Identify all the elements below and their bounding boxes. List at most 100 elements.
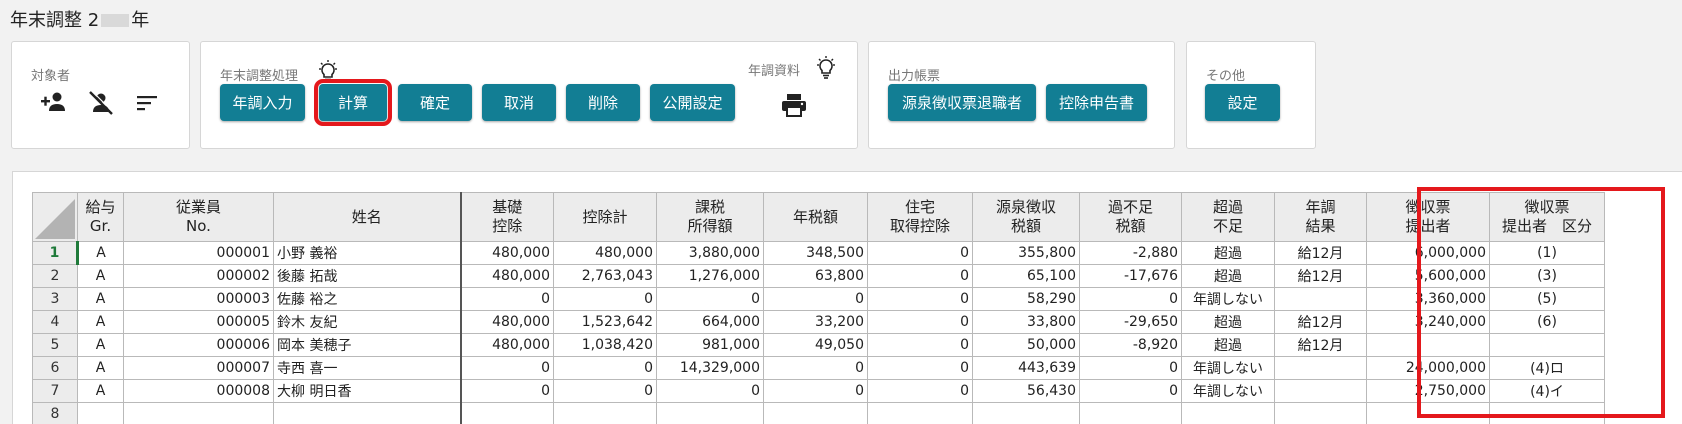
- cell-slip-submitter-category[interactable]: [1489, 333, 1605, 357]
- cell-slip-submitter-category[interactable]: (6): [1489, 310, 1605, 334]
- cell-slip-submitter[interactable]: 24,000,000: [1366, 356, 1490, 380]
- withholding-slip-retiree-button[interactable]: 源泉徴収票退職者: [888, 84, 1036, 121]
- cell-employee-no[interactable]: 000002: [123, 264, 274, 288]
- cell-slip-submitter[interactable]: [1366, 333, 1490, 357]
- cell-name[interactable]: 大柳 明日香: [273, 379, 462, 403]
- cell-excess-shortage[interactable]: 超過: [1181, 333, 1275, 357]
- row-number[interactable]: 7: [32, 379, 78, 403]
- cell-gr[interactable]: A: [77, 333, 124, 357]
- cell-over-under-tax[interactable]: -29,650: [1079, 310, 1182, 334]
- row-number[interactable]: 3: [32, 287, 78, 311]
- cell-over-under-tax[interactable]: [1079, 402, 1182, 424]
- cell-withholding-tax[interactable]: 56,430: [972, 379, 1080, 403]
- cell-adjustment-result[interactable]: 給12月: [1274, 264, 1367, 288]
- cell-withholding-tax[interactable]: [972, 402, 1080, 424]
- cell-withholding-tax[interactable]: 65,100: [972, 264, 1080, 288]
- cell-slip-submitter[interactable]: 3,240,000: [1366, 310, 1490, 334]
- cell-employee-no[interactable]: 000007: [123, 356, 274, 380]
- lightbulb-icon[interactable]: [815, 56, 837, 84]
- cell-annual-tax[interactable]: 0: [763, 356, 868, 380]
- cell-slip-submitter[interactable]: 2,750,000: [1366, 379, 1490, 403]
- col-header-excess-shortage[interactable]: 超過 不足: [1181, 192, 1275, 242]
- table-row[interactable]: 3 A 000003 佐藤 裕之 0 0 0 0 0 58,290 0 年調しない 3,360,000(…: [32, 287, 1605, 311]
- table-row[interactable]: 8: [32, 402, 1605, 424]
- cell-deduction-total[interactable]: 2,763,043: [553, 264, 657, 288]
- cell-employee-no[interactable]: [123, 402, 274, 424]
- cell-basic-deduction[interactable]: [460, 402, 554, 424]
- deduction-declaration-button[interactable]: 控除申告書: [1046, 84, 1147, 121]
- cell-adjustment-result[interactable]: [1274, 287, 1367, 311]
- cell-name[interactable]: 寺西 喜一: [273, 356, 462, 380]
- cancel-button[interactable]: 取消: [482, 84, 556, 121]
- col-header-taxable-income[interactable]: 課税 所得額: [656, 192, 764, 242]
- confirm-button[interactable]: 確定: [398, 84, 472, 121]
- cell-over-under-tax[interactable]: -8,920: [1079, 333, 1182, 357]
- cell-housing-deduction[interactable]: 0: [867, 310, 973, 334]
- cell-deduction-total[interactable]: 0: [553, 287, 657, 311]
- cell-employee-no[interactable]: 000006: [123, 333, 274, 357]
- cell-employee-no[interactable]: 000008: [123, 379, 274, 403]
- cell-annual-tax[interactable]: [763, 402, 868, 424]
- cell-deduction-total[interactable]: 0: [553, 379, 657, 403]
- cell-employee-no[interactable]: 000001: [123, 241, 274, 265]
- print-icon[interactable]: [779, 92, 809, 118]
- cell-deduction-total[interactable]: 1,523,642: [553, 310, 657, 334]
- cell-withholding-tax[interactable]: 58,290: [972, 287, 1080, 311]
- cell-taxable-income[interactable]: 14,329,000: [656, 356, 764, 380]
- table-row[interactable]: 1 A 000001 小野 義裕 480,000 480,000 3,880,000 348,…: [32, 241, 1605, 265]
- cell-excess-shortage[interactable]: 年調しない: [1181, 356, 1275, 380]
- cell-name[interactable]: 岡本 美穂子: [273, 333, 462, 357]
- cell-excess-shortage[interactable]: 超過: [1181, 241, 1275, 265]
- settings-button[interactable]: 設定: [1205, 84, 1280, 121]
- col-header-name[interactable]: 姓名: [273, 192, 462, 242]
- cell-excess-shortage[interactable]: [1181, 402, 1275, 424]
- cell-excess-shortage[interactable]: 超過: [1181, 264, 1275, 288]
- cell-over-under-tax[interactable]: 0: [1079, 287, 1182, 311]
- cell-basic-deduction[interactable]: 0: [460, 287, 554, 311]
- cell-excess-shortage[interactable]: 超過: [1181, 310, 1275, 334]
- cell-adjustment-result[interactable]: [1274, 379, 1367, 403]
- cell-gr[interactable]: A: [77, 379, 124, 403]
- cell-slip-submitter[interactable]: [1366, 402, 1490, 424]
- cell-gr[interactable]: A: [77, 287, 124, 311]
- nencho-input-button[interactable]: 年調入力: [220, 84, 305, 121]
- row-number[interactable]: 8: [32, 402, 78, 424]
- cell-basic-deduction[interactable]: 480,000: [460, 310, 554, 334]
- cell-deduction-total[interactable]: 480,000: [553, 241, 657, 265]
- cell-adjustment-result[interactable]: 給12月: [1274, 333, 1367, 357]
- cell-taxable-income[interactable]: 3,880,000: [656, 241, 764, 265]
- cell-basic-deduction[interactable]: 480,000: [460, 264, 554, 288]
- col-header-employee-no[interactable]: 従業員 No.: [123, 192, 274, 242]
- row-number[interactable]: 5: [32, 333, 78, 357]
- cell-basic-deduction[interactable]: 480,000: [460, 241, 554, 265]
- col-header-slip-submitter-category[interactable]: 徴収票 提出者 区分: [1489, 192, 1605, 242]
- cell-withholding-tax[interactable]: 33,800: [972, 310, 1080, 334]
- cell-deduction-total[interactable]: [553, 402, 657, 424]
- cell-withholding-tax[interactable]: 443,639: [972, 356, 1080, 380]
- cell-annual-tax[interactable]: 348,500: [763, 241, 868, 265]
- cell-housing-deduction[interactable]: 0: [867, 356, 973, 380]
- cell-over-under-tax[interactable]: -17,676: [1079, 264, 1182, 288]
- cell-housing-deduction[interactable]: 0: [867, 241, 973, 265]
- cell-annual-tax[interactable]: 0: [763, 287, 868, 311]
- col-header-withholding-tax[interactable]: 源泉徴収 税額: [972, 192, 1080, 242]
- cell-annual-tax[interactable]: 0: [763, 379, 868, 403]
- row-number[interactable]: 2: [32, 264, 78, 288]
- cell-gr[interactable]: [77, 402, 124, 424]
- table-row[interactable]: 7 A 000008 大柳 明日香 0 0 0 0 0 56,430 0 年調しない 2,750,000…: [32, 379, 1605, 403]
- cell-housing-deduction[interactable]: 0: [867, 287, 973, 311]
- cell-taxable-income[interactable]: 981,000: [656, 333, 764, 357]
- table-row[interactable]: 4 A 000005 鈴木 友紀 480,000 1,523,642 664,000 33,2…: [32, 310, 1605, 334]
- col-header-basic-deduction[interactable]: 基礎 控除: [460, 192, 554, 242]
- cell-taxable-income[interactable]: 664,000: [656, 310, 764, 334]
- cell-gr[interactable]: A: [77, 356, 124, 380]
- table-row[interactable]: 6 A 000007 寺西 喜一 0 0 14,329,000 0 0 443,639 0 年調しない…: [32, 356, 1605, 380]
- cell-employee-no[interactable]: 000003: [123, 287, 274, 311]
- table-row[interactable]: 2 A 000002 後藤 拓哉 480,000 2,763,043 1,276,000 63…: [32, 264, 1605, 288]
- cell-taxable-income[interactable]: 1,276,000: [656, 264, 764, 288]
- select-all-corner[interactable]: [32, 192, 78, 242]
- cell-name[interactable]: 佐藤 裕之: [273, 287, 462, 311]
- cell-basic-deduction[interactable]: 0: [460, 379, 554, 403]
- cell-slip-submitter-category[interactable]: (5): [1489, 287, 1605, 311]
- cell-slip-submitter[interactable]: 5,600,000: [1366, 264, 1490, 288]
